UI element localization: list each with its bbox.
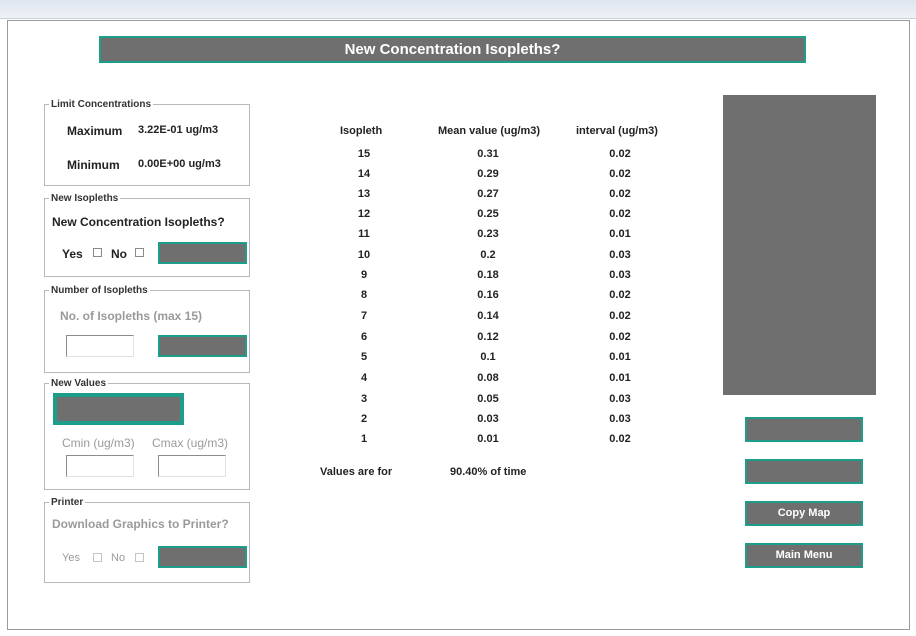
isopleth-number: 13 <box>357 188 371 200</box>
right-action-button-2[interactable] <box>745 459 863 484</box>
maximum-value: 3.22E-01 ug/m3 <box>138 124 219 136</box>
interval-value: 0.02 <box>609 331 631 343</box>
mean-value-column-header: Mean value (ug/m3) <box>438 125 541 137</box>
mean-value: 0.27 <box>477 188 499 200</box>
isopleth-number: 12 <box>357 208 371 220</box>
interval-value: 0.02 <box>609 188 631 200</box>
mean-value: 0.12 <box>477 331 499 343</box>
isopleth-number: 2 <box>360 413 368 425</box>
cmax-input[interactable] <box>158 455 226 477</box>
isopleth-number: 4 <box>360 372 368 384</box>
mean-value: 0.31 <box>477 148 499 160</box>
maximum-label: Maximum <box>67 124 123 138</box>
isopleth-number: 6 <box>360 331 368 343</box>
cmin-input[interactable] <box>66 455 134 477</box>
copy-map-button[interactable]: Copy Map <box>745 501 863 526</box>
isopleth-number: 5 <box>360 351 368 363</box>
isopleth-number: 9 <box>360 269 368 281</box>
map-display-area <box>723 95 876 395</box>
mean-value: 0.05 <box>477 393 499 405</box>
isopleth-column-header: Isopleth <box>340 125 383 137</box>
interval-value: 0.01 <box>609 228 631 240</box>
window-title-bar <box>0 0 916 19</box>
isopleth-number: 1 <box>360 433 368 445</box>
mean-value: 0.1 <box>480 351 496 363</box>
printer-question: Download Graphics to Printer? <box>52 517 229 531</box>
interval-value: 0.03 <box>609 413 631 425</box>
isopleth-number: 15 <box>357 148 371 160</box>
interval-value: 0.02 <box>609 310 631 322</box>
isopleth-number: 11 <box>358 228 370 240</box>
isopleth-number: 10 <box>357 249 371 261</box>
page-banner: New Concentration Isopleths? <box>99 36 806 63</box>
mean-value: 0.01 <box>477 433 499 445</box>
interval-value: 0.02 <box>609 148 631 160</box>
printer-yes-checkbox[interactable] <box>93 553 102 562</box>
limit-concentrations-legend: Limit Concentrations <box>51 99 152 110</box>
printer-no-checkbox[interactable] <box>135 553 144 562</box>
main-menu-button[interactable]: Main Menu <box>745 543 863 568</box>
interval-value: 0.03 <box>609 393 631 405</box>
interval-value: 0.03 <box>609 249 631 261</box>
interval-value: 0.02 <box>609 208 631 220</box>
interval-value: 0.02 <box>609 289 631 301</box>
interval-value: 0.01 <box>609 351 631 363</box>
interval-value: 0.02 <box>609 433 631 445</box>
interval-value: 0.01 <box>609 372 631 384</box>
values-for-percentage: 90.40% of time <box>450 466 527 478</box>
values-for-label: Values are for <box>320 466 393 478</box>
mean-value: 0.23 <box>477 228 499 240</box>
interval-value: 0.03 <box>609 269 631 281</box>
table-row: 3 0.05 0.03 <box>0 393 916 413</box>
mean-value: 0.16 <box>477 289 499 301</box>
isopleth-number: 7 <box>360 310 368 322</box>
printer-ok-button[interactable] <box>158 546 247 568</box>
mean-value: 0.14 <box>477 310 499 322</box>
right-action-button-1[interactable] <box>745 417 863 442</box>
printer-legend: Printer <box>51 497 84 508</box>
mean-value: 0.25 <box>477 208 499 220</box>
interval-column-header: interval (ug/m3) <box>576 125 658 137</box>
mean-value: 0.2 <box>480 249 496 261</box>
isopleth-number: 3 <box>360 393 368 405</box>
mean-value: 0.18 <box>477 269 499 281</box>
printer-group: Printer <box>44 497 250 583</box>
isopleth-number: 14 <box>357 168 371 180</box>
printer-yes-label: Yes <box>62 552 80 564</box>
isopleth-number: 8 <box>360 289 368 301</box>
printer-no-label: No <box>111 552 126 564</box>
mean-value: 0.29 <box>477 168 499 180</box>
mean-value: 0.08 <box>477 372 499 384</box>
mean-value: 0.03 <box>477 413 499 425</box>
interval-value: 0.02 <box>609 168 631 180</box>
